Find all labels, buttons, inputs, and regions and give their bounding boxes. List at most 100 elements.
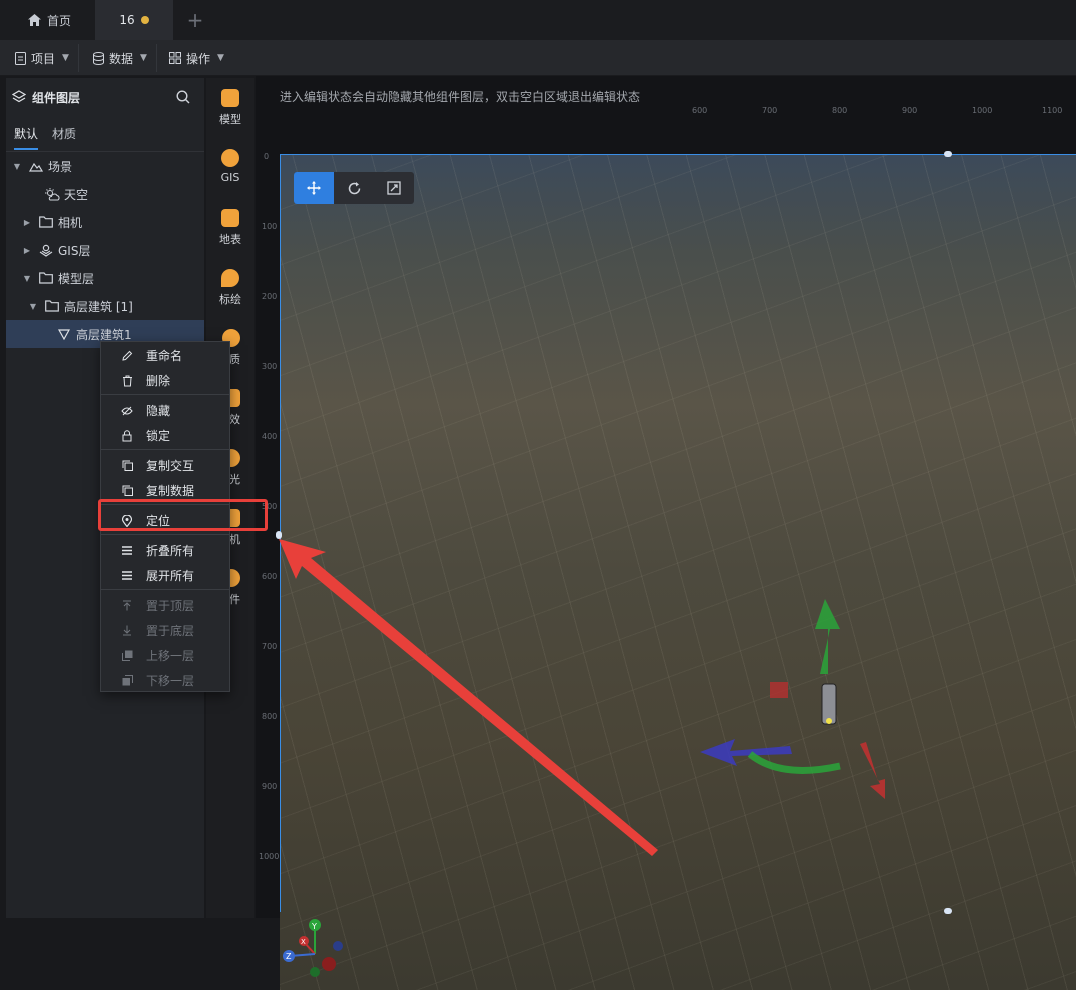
menu-divider <box>101 534 229 535</box>
menu-item-label: 上移一层 <box>146 649 195 663</box>
search-icon[interactable] <box>176 90 190 104</box>
ruler-tick: 200 <box>262 292 278 301</box>
menu-item-copy-interaction[interactable]: 复制交互 <box>101 453 229 478</box>
menu-item-bring-to-top[interactable]: 置于顶层 <box>101 593 229 618</box>
menu-item-move-down[interactable]: 下移一层 <box>101 668 229 693</box>
caret-right-icon[interactable]: ▶ <box>22 218 32 227</box>
caret-right-icon[interactable]: ▶ <box>22 246 32 255</box>
ruler-tick: 600 <box>692 106 708 115</box>
tree-item-gis[interactable]: ▶ GIS层 <box>6 236 204 264</box>
tool-label: 标绘 <box>219 293 241 306</box>
ruler-tick: 1100 <box>1042 106 1063 115</box>
resize-handle[interactable] <box>276 531 282 539</box>
eye-off-icon <box>121 405 133 417</box>
tab-home[interactable]: 首页 <box>14 0 94 40</box>
caret-down-icon[interactable]: ▼ <box>28 302 38 311</box>
menu-item-delete[interactable]: 删除 <box>101 368 229 393</box>
ruler-tick: 800 <box>832 106 848 115</box>
tree-item-model-layer[interactable]: ▼ 模型层 <box>6 264 204 292</box>
add-tab-button[interactable]: + <box>180 0 210 40</box>
trash-icon <box>121 375 133 387</box>
tool-label: 件 <box>229 593 240 606</box>
resize-handle[interactable] <box>944 151 952 157</box>
menu-divider <box>101 449 229 450</box>
scale-button[interactable] <box>374 172 414 204</box>
menu-item-rename[interactable]: 重命名 <box>101 343 229 368</box>
caret-down-icon[interactable]: ▼ <box>22 274 32 283</box>
folder-icon <box>38 215 54 229</box>
caret-down-icon[interactable]: ▼ <box>12 162 22 171</box>
editor-canvas[interactable]: 进入编辑状态会自动隐藏其他组件图层，双击空白区域退出编辑状态 600 700 8… <box>256 76 1076 990</box>
menu-item-label: 置于底层 <box>146 624 195 638</box>
tree-item-building-group[interactable]: ▼ 高层建筑 [1] <box>6 292 204 320</box>
terrain-icon <box>221 209 239 227</box>
gis-layer-icon <box>38 243 54 257</box>
tool-marker[interactable]: 标绘 <box>206 258 254 318</box>
resize-handle[interactable] <box>944 908 952 914</box>
axis-y-label: Y <box>311 922 317 931</box>
ruler-tick: 1000 <box>259 852 280 861</box>
tab-file[interactable]: 16 <box>95 0 173 40</box>
tree-item-label: 场景 <box>48 159 73 174</box>
layer-up-icon <box>121 650 133 662</box>
menu-item-label: 下移一层 <box>146 674 195 688</box>
menu-item-label: 置于顶层 <box>146 599 195 613</box>
tool-label: 质 <box>229 353 240 366</box>
menu-operate[interactable]: 操作 ▼ <box>160 44 233 72</box>
axis-z-label: Z <box>286 952 292 961</box>
tree-item-camera[interactable]: ▶ 相机 <box>6 208 204 236</box>
menu-data[interactable]: 数据 ▼ <box>84 44 157 72</box>
arrow-down-to-bottom-icon <box>121 625 133 637</box>
tree-item-label: 相机 <box>58 215 83 230</box>
move-icon <box>307 181 321 195</box>
tool-label: 效 <box>229 413 240 426</box>
transform-gizmo[interactable] <box>700 599 885 799</box>
layers-icon <box>12 90 26 103</box>
copy-icon <box>121 485 133 497</box>
pencil-icon <box>121 350 133 362</box>
ruler-tick: 1000 <box>972 106 993 115</box>
layers-tabs: 默认 材质 <box>6 118 204 150</box>
chevron-down-icon: ▼ <box>217 53 224 63</box>
rotate-button[interactable] <box>334 172 374 204</box>
scene-objects: Y X Z <box>283 599 885 977</box>
locate-highlight-box <box>98 499 268 531</box>
menu-item-label: 折叠所有 <box>146 544 195 558</box>
menu-divider <box>101 394 229 395</box>
menu-bar: 项目 ▼ 数据 ▼ 操作 ▼ <box>0 40 1076 76</box>
weather-icon <box>44 187 60 201</box>
menu-item-label: 锁定 <box>146 429 171 443</box>
tab-file-label: 16 <box>119 13 135 27</box>
menu-project[interactable]: 项目 ▼ <box>6 44 79 72</box>
ruler-tick: 600 <box>262 572 278 581</box>
tool-model[interactable]: 模型 <box>206 78 254 138</box>
ruler-tick: 100 <box>262 222 278 231</box>
menu-data-label: 数据 <box>109 51 134 66</box>
tool-terrain[interactable]: 地表 <box>206 198 254 258</box>
menu-item-label: 重命名 <box>146 349 183 363</box>
menu-item-lock[interactable]: 锁定 <box>101 423 229 448</box>
tool-label: 地表 <box>219 233 241 246</box>
menu-item-label: 删除 <box>146 374 171 388</box>
list-icon <box>121 570 133 582</box>
menu-item-move-up[interactable]: 上移一层 <box>101 643 229 668</box>
menu-item-expand-all[interactable]: 展开所有 <box>101 563 229 588</box>
menu-item-collapse-all[interactable]: 折叠所有 <box>101 538 229 563</box>
tree-item-scene[interactable]: ▼ 场景 <box>6 152 204 180</box>
tree-item-label: 天空 <box>64 187 89 202</box>
menu-item-send-to-bottom[interactable]: 置于底层 <box>101 618 229 643</box>
tab-default[interactable]: 默认 <box>14 118 39 150</box>
move-button[interactable] <box>294 172 334 204</box>
home-icon <box>28 14 41 26</box>
folder-icon <box>44 299 60 313</box>
tree-item-sky[interactable]: 天空 <box>6 180 204 208</box>
tool-gis[interactable]: GIS <box>206 136 254 196</box>
tab-material[interactable]: 材质 <box>52 118 76 150</box>
menu-item-hide[interactable]: 隐藏 <box>101 398 229 423</box>
ruler-tick: 700 <box>762 106 778 115</box>
document-icon <box>15 51 26 65</box>
copy-icon <box>121 460 133 472</box>
tool-label: 机 <box>229 533 240 546</box>
3d-viewport[interactable]: Y X Z <box>280 154 1076 990</box>
arrow-up-to-top-icon <box>121 600 133 612</box>
